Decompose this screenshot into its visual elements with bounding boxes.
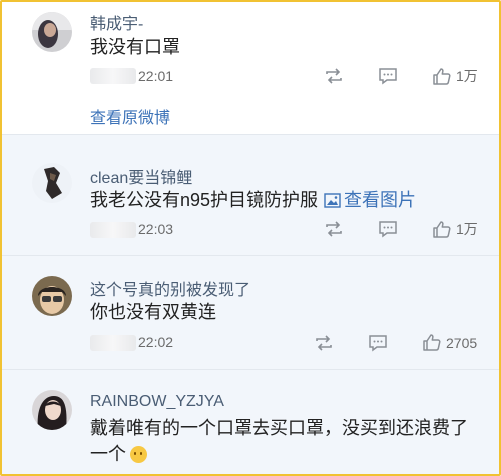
avatar[interactable] bbox=[32, 163, 72, 203]
image-icon bbox=[324, 189, 341, 215]
like-count: 1万 bbox=[456, 221, 478, 237]
username[interactable]: 韩成宇- bbox=[90, 10, 143, 34]
avatar[interactable] bbox=[32, 276, 72, 316]
view-original-link[interactable]: 查看原微博 bbox=[90, 104, 170, 128]
comment-text: 戴着唯有的一个口罩去买口罩，没买到还浪费了一个 bbox=[90, 415, 480, 467]
like-button[interactable]: 1万 bbox=[432, 66, 478, 86]
timestamp: 22:02 bbox=[138, 334, 174, 350]
thumbs-up-icon bbox=[423, 334, 441, 351]
comment-item: clean要当锦鲤 我老公没有n95护目镜防护服 查看图片 22:03 1万 bbox=[2, 134, 499, 256]
like-count: 1万 bbox=[456, 68, 478, 84]
username[interactable]: clean要当锦鲤 bbox=[90, 164, 192, 188]
username[interactable]: RAINBOW_YZJYA bbox=[90, 393, 224, 411]
comment-button[interactable] bbox=[378, 67, 398, 85]
avatar[interactable] bbox=[32, 390, 72, 430]
blurred-source bbox=[90, 68, 136, 84]
repost-button[interactable] bbox=[314, 334, 334, 352]
comment-button[interactable] bbox=[378, 220, 398, 238]
comments-panel: 韩成宇- 我没有口罩 22:01 1万 查看原微博 clean要当锦鲤 我老公没… bbox=[0, 0, 501, 476]
comment-text: 你也没有双黄连 bbox=[90, 302, 216, 322]
repost-button[interactable] bbox=[324, 220, 344, 238]
repost-icon bbox=[326, 68, 342, 84]
comment-button[interactable] bbox=[368, 334, 388, 352]
avatar[interactable] bbox=[32, 12, 72, 52]
repost-button[interactable] bbox=[324, 67, 344, 85]
comment-icon bbox=[369, 335, 387, 352]
blurred-source bbox=[90, 222, 136, 238]
comment-text: 我老公没有n95护目镜防护服 查看图片 bbox=[90, 187, 416, 215]
thumbs-up-icon bbox=[433, 220, 451, 238]
timestamp: 22:03 bbox=[138, 221, 174, 237]
thumbs-up-icon bbox=[433, 67, 451, 85]
repost-icon bbox=[316, 335, 332, 351]
comment-text-body: 我老公没有n95护目镜防护服 bbox=[90, 190, 319, 210]
comment-icon bbox=[379, 68, 397, 85]
comment-icon bbox=[379, 221, 397, 238]
like-button[interactable]: 1万 bbox=[432, 219, 478, 239]
comment-item: 这个号真的别被发现了 你也没有双黄连 22:02 2705 bbox=[2, 255, 499, 370]
blurred-source bbox=[90, 335, 136, 351]
like-button[interactable]: 2705 bbox=[422, 333, 477, 352]
comment-item: RAINBOW_YZJYA 戴着唯有的一个口罩去买口罩，没买到还浪费了一个 bbox=[2, 369, 499, 474]
repost-icon bbox=[326, 221, 342, 237]
view-image-link[interactable]: 查看图片 bbox=[344, 190, 416, 210]
timestamp: 22:01 bbox=[138, 68, 174, 84]
like-count: 2705 bbox=[446, 334, 478, 351]
comment-item: 韩成宇- 我没有口罩 22:01 1万 查看原微博 bbox=[2, 2, 499, 134]
username[interactable]: 这个号真的别被发现了 bbox=[90, 276, 250, 300]
thinking-emoji-icon bbox=[130, 446, 147, 463]
comment-text-body: 戴着唯有的一个口罩去买口罩，没买到还浪费了一个 bbox=[90, 418, 468, 464]
comment-text: 我没有口罩 bbox=[90, 37, 180, 57]
